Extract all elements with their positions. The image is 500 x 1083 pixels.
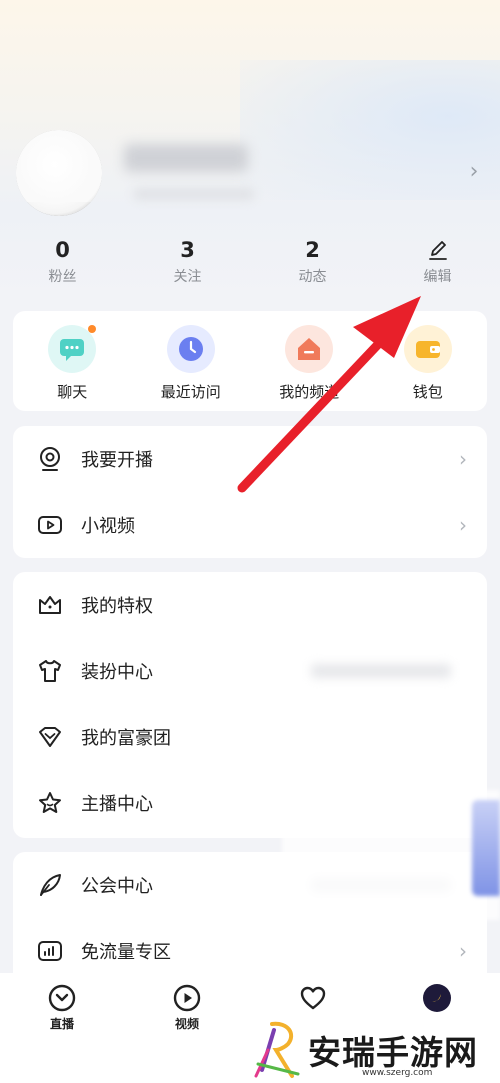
bar-chart-icon — [35, 936, 65, 966]
video-play-icon — [35, 510, 65, 540]
shortcut-wallet-label: 钱包 — [412, 383, 443, 401]
avatar-tab-icon — [407, 983, 467, 1013]
menu-item-label: 装扮中心 — [81, 662, 153, 683]
posts-label: 动态 — [298, 269, 327, 285]
live-tab-icon — [32, 983, 92, 1013]
fans-count: 0 — [55, 238, 70, 262]
tab-video-label: 视频 — [174, 1017, 199, 1031]
menu-item-label: 公会中心 — [81, 876, 153, 897]
video-tab-icon — [157, 983, 217, 1013]
clock-icon — [166, 325, 215, 373]
crown-icon — [35, 590, 65, 620]
shortcut-recent-label: 最近访问 — [160, 383, 221, 401]
chevron-right-icon[interactable]: › — [466, 160, 482, 184]
wallet-icon — [403, 325, 452, 373]
floating-side-banner[interactable] — [472, 800, 500, 896]
menu-item-label: 小视频 — [81, 516, 135, 537]
tab-video[interactable]: 视频 — [157, 983, 217, 1032]
following-label: 关注 — [173, 269, 202, 285]
chevron-right-icon: › — [459, 939, 467, 963]
heart-icon — [283, 983, 343, 1013]
menu-item-label: 我要开播 — [81, 450, 153, 471]
avatar[interactable] — [16, 130, 102, 216]
following-count: 3 — [180, 238, 195, 262]
stat-posts[interactable]: 2 动态 — [250, 236, 375, 296]
live-camera-icon — [35, 444, 65, 474]
chevron-right-icon: › — [459, 447, 467, 471]
blurred-value — [311, 664, 451, 678]
edit-icon — [375, 236, 500, 264]
nickname-blurred — [124, 144, 248, 172]
chevron-right-icon: › — [459, 513, 467, 537]
shortcut-recent-visits[interactable]: 最近访问 — [132, 311, 251, 411]
menu-item-rich-club[interactable]: 我的富豪团 — [13, 704, 487, 770]
menu-item-dress-up[interactable]: 装扮中心 — [13, 638, 487, 704]
shortcut-chat-label: 聊天 — [57, 383, 88, 401]
menu-item-privileges[interactable]: 我的特权 — [13, 572, 487, 638]
tab-live-label: 直播 — [49, 1017, 74, 1031]
shortcut-channel-label: 我的频道 — [279, 383, 340, 401]
menu-item-start-live[interactable]: 我要开播 › — [13, 426, 487, 492]
shortcut-chat[interactable]: 聊天 — [13, 311, 132, 411]
watermark-url: www.szerg.com — [362, 1068, 433, 1078]
edit-label: 编辑 — [423, 269, 452, 285]
feather-icon — [35, 870, 65, 900]
shortcut-wallet[interactable]: 钱包 — [369, 311, 488, 411]
tab-live[interactable]: 直播 — [32, 983, 92, 1032]
posts-count: 2 — [305, 238, 320, 262]
edit-profile-button[interactable]: 编辑 — [375, 236, 500, 296]
site-watermark: 安瑞手游网 www.szerg.com — [250, 1018, 500, 1083]
menu-item-short-video[interactable]: 小视频 › — [13, 492, 487, 558]
floating-overlay — [282, 790, 500, 920]
stat-fans[interactable]: 0 粉丝 — [0, 236, 125, 296]
user-id-blurred — [134, 188, 254, 200]
diamond-icon — [35, 722, 65, 752]
channel-icon — [285, 325, 334, 373]
shortcuts-card: 聊天 最近访问 我的频道 钱包 — [13, 311, 487, 411]
menu-item-label: 我的特权 — [81, 596, 153, 617]
tab-favorites[interactable] — [283, 983, 343, 1013]
watermark-text: 安瑞手游网 — [308, 1033, 478, 1072]
unread-dot — [88, 325, 97, 333]
stat-following[interactable]: 3 关注 — [125, 236, 250, 296]
menu-item-label: 免流量专区 — [81, 942, 171, 963]
stats-row: 0 粉丝 3 关注 2 动态 编辑 — [0, 236, 500, 296]
profile-header[interactable]: › — [16, 130, 486, 220]
tshirt-icon — [35, 656, 65, 686]
shortcut-my-channel[interactable]: 我的频道 — [250, 311, 369, 411]
menu-item-label: 主播中心 — [81, 794, 153, 815]
watermark-logo-icon — [254, 1021, 300, 1078]
menu-card-live: 我要开播 › 小视频 › — [13, 426, 487, 558]
menu-item-label: 我的富豪团 — [81, 728, 171, 749]
tab-profile[interactable] — [407, 983, 467, 1013]
star-icon — [35, 788, 65, 818]
chat-icon — [48, 325, 97, 373]
fans-label: 粉丝 — [48, 269, 77, 285]
